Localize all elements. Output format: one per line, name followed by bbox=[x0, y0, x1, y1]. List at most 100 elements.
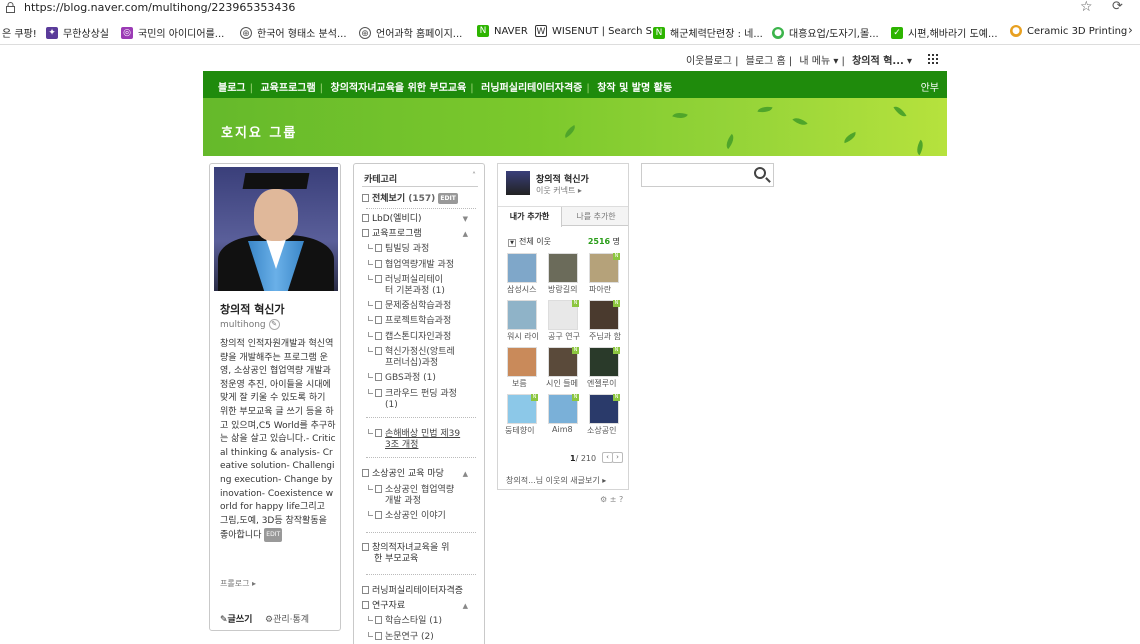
my-menu-link[interactable]: 내 메뉴 ▾ bbox=[799, 56, 838, 67]
bookmark-item[interactable]: 은 쿠팡! bbox=[2, 25, 37, 40]
pencil-icon[interactable]: ✎ bbox=[268, 319, 280, 330]
blog-menu-bar: 블로그 | 교육프로그램 | 창의적자녀교육을 위한 부모교육 | 러닝퍼실리테이터자… bbox=[203, 71, 947, 98]
neighbor-label[interactable]: 시인 들메 bbox=[546, 378, 582, 389]
neighbor-thumb[interactable] bbox=[507, 253, 537, 283]
category-subitem[interactable]: 협업역량개발 과정 bbox=[368, 260, 454, 271]
neighbor-connect-link[interactable]: 이웃 커넥트 ▸ bbox=[536, 185, 582, 196]
neighbor-tools[interactable]: ⚙ ± ? bbox=[600, 495, 623, 504]
bookmark-item[interactable]: W WISENUT | Search S... bbox=[535, 25, 662, 37]
bookmark-item[interactable]: ✓ 시편,해바라기 도예... bbox=[891, 25, 998, 40]
all-neighbors-dropdown[interactable]: ▼ 전체 이웃 bbox=[508, 236, 551, 247]
category-subitem[interactable]: 프로젝트학습과정 bbox=[368, 316, 451, 327]
category-subitem[interactable]: 소상공인 협업역량 bbox=[368, 485, 454, 496]
category-subitem[interactable]: GBS과정 (1) bbox=[368, 373, 436, 384]
category-header: 카테고리 bbox=[364, 175, 398, 185]
neighbor-label[interactable]: Aim8 bbox=[552, 425, 588, 434]
profile-photo[interactable] bbox=[214, 167, 338, 291]
category-item[interactable]: 러닝퍼실리테이터자격증 bbox=[362, 586, 463, 597]
category-item-cont[interactable]: 한 부모교육 bbox=[374, 554, 418, 565]
collapse-arrow-icon[interactable]: ▲ bbox=[463, 602, 468, 610]
leaf-decoration bbox=[562, 124, 578, 139]
menu-facilitator[interactable]: 러닝퍼실리테이터자격증 bbox=[481, 83, 582, 94]
chevron-right-icon[interactable]: › bbox=[1128, 23, 1133, 37]
category-item[interactable]: 교육프로그램 bbox=[362, 229, 422, 240]
category-item[interactable]: 연구자료 bbox=[362, 601, 405, 612]
category-subitem-cont[interactable]: (1) bbox=[385, 400, 398, 411]
neighbor-thumb[interactable] bbox=[507, 300, 537, 330]
menu-parent-education[interactable]: 창의적자녀교육을 위한 부모교육 bbox=[331, 83, 467, 94]
category-subitem[interactable]: 혁신가정신(앙트레 bbox=[368, 347, 455, 358]
bookmark-item[interactable]: ✦ 무한상상실 bbox=[46, 25, 109, 40]
document-icon bbox=[375, 275, 382, 283]
user-menu-link[interactable]: 창의적 혁... bbox=[852, 56, 904, 67]
blog-home-link[interactable]: 블로그 홈 bbox=[746, 56, 786, 67]
write-button[interactable]: ✎글쓰기 bbox=[220, 612, 252, 625]
edit-badge[interactable]: EDIT bbox=[264, 528, 283, 542]
blog-title[interactable]: 호지요 그룹 bbox=[221, 122, 297, 141]
blog-search-box[interactable] bbox=[641, 163, 774, 187]
collapse-icon[interactable]: ˄ bbox=[472, 171, 476, 180]
neighbor-new-posts-link[interactable]: 창의적...님 이웃의 새글보기 ▸ bbox=[506, 475, 606, 486]
menu-creation[interactable]: 창작 및 발명 활동 bbox=[597, 83, 672, 94]
tab-added-me[interactable]: 나를 추가한 bbox=[564, 207, 628, 227]
category-subitem[interactable]: 손해배상 민법 제39 bbox=[368, 429, 460, 440]
category-subitem-cont[interactable]: 프러너십)과정 bbox=[385, 358, 438, 369]
bookmark-item[interactable]: ● Ceramic 3D Printing bbox=[1010, 25, 1127, 37]
collapse-arrow-icon[interactable]: ▲ bbox=[463, 470, 468, 478]
neighbor-label[interactable]: 주님과 함 bbox=[589, 331, 625, 342]
bookmark-item[interactable]: N NAVER bbox=[477, 25, 528, 37]
bookmark-item[interactable]: N 해군체력단련장 : 네... bbox=[653, 25, 763, 40]
bookmark-item[interactable]: ⊕ 언어과학 홈페이지... bbox=[359, 25, 462, 40]
url-text[interactable]: https://blog.naver.com/multihong/2239653… bbox=[24, 0, 295, 15]
search-icon[interactable] bbox=[754, 167, 766, 179]
neighbor-label[interactable]: 엔젤루이 bbox=[587, 378, 623, 389]
neighbor-label[interactable]: 공구 연구 bbox=[548, 331, 584, 342]
profile-description: 창의적 인적자원개발과 혁신역량을 개발해주는 프로그램 운영, 소상공인 협업… bbox=[220, 339, 336, 542]
menu-education[interactable]: 교육프로그램 bbox=[260, 83, 315, 94]
neighbor-thumb[interactable] bbox=[507, 347, 537, 377]
bookmark-star-icon[interactable]: ☆ bbox=[1080, 0, 1093, 15]
category-item[interactable]: 창의적자녀교육을 위 bbox=[362, 543, 449, 554]
document-icon bbox=[375, 301, 382, 309]
prologue-link[interactable]: 프롤로그 ▸ bbox=[220, 578, 256, 589]
neighbor-panel: 창의적 혁신가 이웃 커넥트 ▸ 내가 추가한 나를 추가한 ▼ 전체 이웃 25… bbox=[497, 163, 629, 490]
admin-stats-link[interactable]: ⚙관리·통계 bbox=[265, 612, 309, 625]
category-subitem-cont[interactable]: 개발 과정 bbox=[385, 496, 421, 507]
neighbor-label[interactable]: 삼성시스 bbox=[507, 284, 543, 295]
bookmark-item[interactable]: ⊕ 한국어 형태소 분석... bbox=[240, 25, 347, 40]
extension-icon[interactable]: ⟳ bbox=[1112, 0, 1123, 14]
neighbor-label[interactable]: 워시 라이 bbox=[507, 331, 543, 342]
address-bar[interactable]: https://blog.naver.com/multihong/2239653… bbox=[0, 0, 1140, 16]
category-all[interactable]: 전체보기 (157) EDIT bbox=[362, 193, 458, 205]
neighbor-blog-link[interactable]: 이웃블로그 bbox=[686, 56, 732, 67]
neighbor-label[interactable]: 방랑길의 bbox=[548, 284, 584, 295]
avatar[interactable] bbox=[506, 171, 530, 195]
neighbor-label[interactable]: 파아란 bbox=[589, 284, 625, 295]
expand-arrow-icon[interactable]: ▼ bbox=[463, 215, 468, 223]
category-subitem[interactable]: 캡스톤디자인과정 bbox=[368, 332, 451, 343]
category-subitem[interactable]: 팀빌딩 과정 bbox=[368, 244, 429, 255]
neighbor-label[interactable]: 둥테향이 bbox=[505, 425, 541, 436]
category-subitem-cont[interactable]: 터 기본과정 (1) bbox=[385, 286, 445, 297]
neighbor-label[interactable]: 보름 bbox=[512, 378, 548, 389]
bookmark-item[interactable]: ◎ 국민의 아이디어를... bbox=[121, 25, 224, 40]
menu-blog[interactable]: 블로그 bbox=[218, 83, 246, 94]
neighbor-label[interactable]: 소상공인 bbox=[587, 425, 623, 436]
category-subitem[interactable]: 러닝퍼실리테이 bbox=[368, 275, 443, 286]
category-subitem[interactable]: 소상공인 이야기 bbox=[368, 511, 446, 522]
collapse-arrow-icon[interactable]: ▲ bbox=[463, 230, 468, 238]
category-subitem[interactable]: 문제중심학습과정 bbox=[368, 301, 451, 312]
category-subitem[interactable]: 학습스타일 (1) bbox=[368, 616, 442, 627]
category-subitem[interactable]: 논문연구 (2) bbox=[368, 632, 434, 643]
menu-guestbook[interactable]: 안부 bbox=[921, 79, 939, 94]
category-subitem-cont[interactable]: 3조 개정 bbox=[385, 440, 418, 451]
next-page-button[interactable]: › bbox=[612, 452, 623, 463]
apps-grid-icon[interactable] bbox=[928, 54, 938, 64]
category-subitem[interactable]: 크라우드 펀딩 과정 bbox=[368, 389, 457, 400]
category-item[interactable]: LbD(엘비디) bbox=[362, 214, 422, 225]
neighbor-thumb[interactable] bbox=[548, 253, 578, 283]
category-item[interactable]: 소상공인 교육 마당 bbox=[362, 469, 444, 480]
bookmark-item[interactable]: ● 대흥요업/도자기,몰... bbox=[772, 25, 879, 40]
document-icon bbox=[375, 332, 382, 340]
tab-added-by-me[interactable]: 내가 추가한 bbox=[498, 207, 562, 227]
